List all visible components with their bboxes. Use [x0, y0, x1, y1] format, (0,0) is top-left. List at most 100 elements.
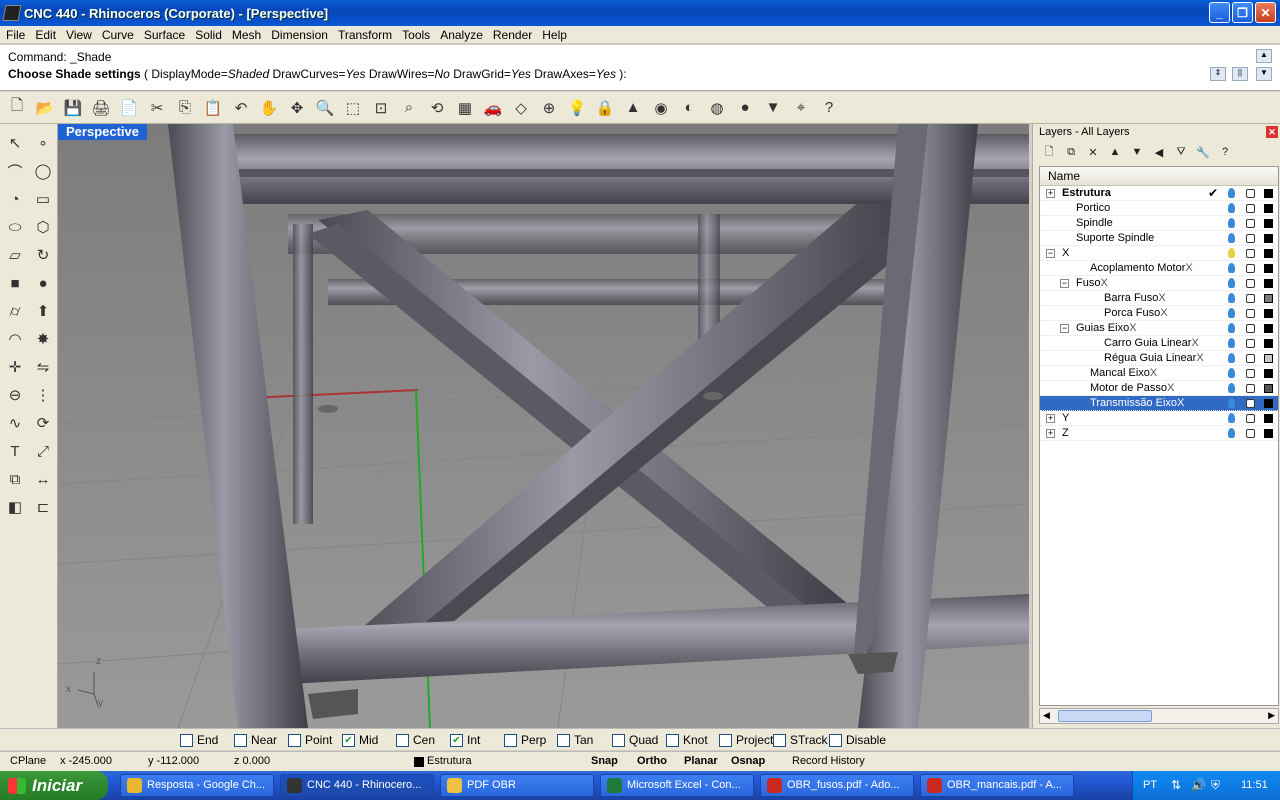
- menu-curve[interactable]: Curve: [98, 28, 140, 42]
- checkbox-icon[interactable]: [180, 733, 193, 747]
- dimension-icon[interactable]: ↔: [32, 468, 54, 490]
- scroll-thumb[interactable]: [1058, 710, 1152, 722]
- rectangle-icon[interactable]: ▭: [32, 188, 54, 210]
- taskbar-task[interactable]: CNC 440 - Rhinocero...: [280, 774, 434, 797]
- menu-help[interactable]: Help: [538, 28, 573, 42]
- measure-icon[interactable]: ⊏: [32, 496, 54, 518]
- zoom-previous-icon[interactable]: ⟲: [426, 97, 448, 119]
- polygon-icon[interactable]: ⬡: [32, 216, 54, 238]
- layer-color-swatch[interactable]: [1264, 324, 1273, 333]
- osnap-strack[interactable]: STrack: [773, 733, 828, 747]
- osnap-knot[interactable]: Knot: [666, 733, 708, 747]
- zoom-extents-icon[interactable]: ⊡: [370, 97, 392, 119]
- box-icon[interactable]: ■: [4, 272, 26, 294]
- perspective-viewport[interactable]: Perspective z x y: [58, 124, 1029, 728]
- osnap-quad[interactable]: Quad: [612, 733, 658, 747]
- option-drawcurves[interactable]: DrawCurves=Yes: [269, 67, 365, 81]
- fillet-icon[interactable]: ◠: [4, 328, 26, 350]
- boolean-icon[interactable]: ⊖: [4, 384, 26, 406]
- lock-icon[interactable]: [1246, 249, 1255, 258]
- minimize-button[interactable]: _: [1209, 2, 1230, 23]
- circle-icon[interactable]: ◯: [32, 160, 54, 182]
- osnap-disable[interactable]: Disable: [829, 733, 886, 747]
- checkbox-icon[interactable]: [773, 733, 786, 747]
- lock-icon[interactable]: [1246, 309, 1255, 318]
- scale-icon[interactable]: ⤢: [32, 440, 54, 462]
- cylinder-icon[interactable]: ⌭: [4, 300, 26, 322]
- layer-color-swatch[interactable]: [1264, 249, 1273, 258]
- visibility-bulb-icon[interactable]: [1228, 338, 1235, 348]
- help-icon[interactable]: ?: [1217, 144, 1233, 160]
- layer-color-swatch[interactable]: [1264, 309, 1273, 318]
- layer-color-swatch[interactable]: [1264, 354, 1273, 363]
- ortho-toggle[interactable]: Ortho: [637, 755, 667, 767]
- osnap-cen[interactable]: Cen: [396, 733, 435, 747]
- move-down-icon[interactable]: ▼: [1129, 144, 1145, 160]
- lock-icon[interactable]: [1246, 204, 1255, 213]
- checkbox-icon[interactable]: [288, 733, 301, 747]
- layer-row[interactable]: + Y: [1040, 411, 1278, 426]
- current-layer-check-icon[interactable]: ✔: [1208, 186, 1218, 201]
- lock-icon[interactable]: [1246, 279, 1255, 288]
- snap-toggle[interactable]: Snap: [591, 755, 618, 767]
- start-button[interactable]: Iniciar: [0, 771, 108, 800]
- command-spin-icon[interactable]: ⇕: [1210, 67, 1226, 81]
- layer-row[interactable]: − Guias EixoX: [1040, 321, 1278, 336]
- explode-icon[interactable]: ✸: [32, 328, 54, 350]
- option-drawgrid[interactable]: DrawGrid=Yes: [450, 67, 531, 81]
- layer-color-swatch[interactable]: [1264, 399, 1273, 408]
- new-layer-icon[interactable]: 🗋: [1041, 144, 1057, 160]
- taskbar-task[interactable]: Microsoft Excel - Con...: [600, 774, 754, 797]
- copy-icon[interactable]: ⎘: [174, 97, 196, 119]
- security-icon[interactable]: ⛨: [1211, 778, 1220, 793]
- command-scroll-up[interactable]: ▲: [1256, 49, 1272, 63]
- menu-solid[interactable]: Solid: [191, 28, 228, 42]
- visibility-bulb-icon[interactable]: [1228, 368, 1235, 378]
- layer-row[interactable]: Porca FusoX: [1040, 306, 1278, 321]
- car-icon[interactable]: 🚗: [482, 97, 504, 119]
- select-icon[interactable]: ↖: [4, 132, 26, 154]
- layer-color-swatch[interactable]: [1264, 414, 1273, 423]
- cplane-icon[interactable]: ◇: [510, 97, 532, 119]
- layer-row[interactable]: + Estrutura ✔: [1040, 186, 1278, 201]
- extrude-icon[interactable]: ⬆: [32, 300, 54, 322]
- revolve-icon[interactable]: ↻: [32, 244, 54, 266]
- osnap-tan[interactable]: Tan: [557, 733, 593, 747]
- light-bulb-icon[interactable]: 💡: [566, 97, 588, 119]
- zoom-dynamic-icon[interactable]: 🔍: [314, 97, 336, 119]
- zoom-selected-icon[interactable]: ⌕: [398, 97, 420, 119]
- lock-icon[interactable]: [1246, 189, 1255, 198]
- arc-icon[interactable]: ◔: [4, 188, 26, 210]
- sphere-icon[interactable]: ◐: [678, 97, 700, 119]
- layer-color-swatch[interactable]: [1264, 429, 1273, 438]
- osnap-point[interactable]: Point: [288, 733, 332, 747]
- language-indicator[interactable]: PT: [1143, 779, 1157, 791]
- taskbar-task[interactable]: PDF OBR: [440, 774, 594, 797]
- layer-row[interactable]: Spindle: [1040, 216, 1278, 231]
- properties-icon[interactable]: ▼: [762, 97, 784, 119]
- layer-row[interactable]: − FusoX: [1040, 276, 1278, 291]
- visibility-bulb-icon[interactable]: [1228, 188, 1235, 198]
- layer-row[interactable]: − X: [1040, 246, 1278, 261]
- tools-icon[interactable]: 🔧: [1195, 144, 1211, 160]
- expand-icon[interactable]: +: [1046, 414, 1055, 423]
- lock-icon[interactable]: [1246, 294, 1255, 303]
- lock-icon[interactable]: [1246, 369, 1255, 378]
- command-scroll-down[interactable]: ▼: [1256, 67, 1272, 81]
- layer-color-swatch[interactable]: [1264, 234, 1273, 243]
- color-wheel-icon[interactable]: ◉: [650, 97, 672, 119]
- expand-icon[interactable]: +: [1046, 429, 1055, 438]
- expand-icon[interactable]: +: [1046, 189, 1055, 198]
- lock-icon[interactable]: 🔒: [594, 97, 616, 119]
- restore-button[interactable]: ❐: [1232, 2, 1253, 23]
- checkbox-icon[interactable]: [666, 733, 679, 747]
- lock-icon[interactable]: [1246, 324, 1255, 333]
- checkbox-icon[interactable]: ✔: [450, 733, 463, 747]
- visibility-bulb-icon[interactable]: [1228, 203, 1235, 213]
- visibility-bulb-icon[interactable]: [1228, 263, 1235, 273]
- rotate-view-icon[interactable]: ✥: [286, 97, 308, 119]
- visibility-bulb-icon[interactable]: [1228, 398, 1235, 408]
- visibility-bulb-icon[interactable]: [1228, 248, 1235, 258]
- surface-icon[interactable]: ▱: [4, 244, 26, 266]
- menu-dimension[interactable]: Dimension: [267, 28, 334, 42]
